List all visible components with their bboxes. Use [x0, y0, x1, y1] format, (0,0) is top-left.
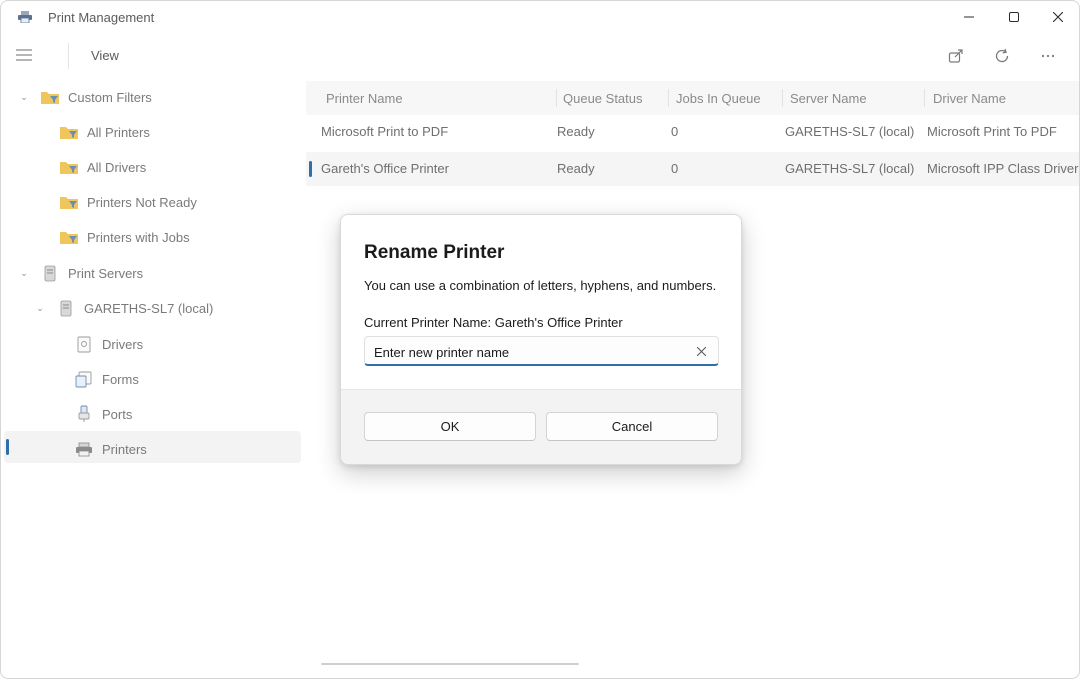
driver-icon: [74, 335, 94, 353]
nav-item-label: Print Servers: [68, 265, 144, 281]
hamburger-icon[interactable]: [15, 46, 33, 64]
column-divider[interactable]: [924, 89, 925, 107]
cell-server-name: GARETHS-SL7 (local): [785, 124, 915, 139]
cell-server-name: GARETHS-SL7 (local): [785, 161, 915, 176]
refresh-icon: [995, 48, 1009, 63]
refresh-button[interactable]: [991, 45, 1013, 67]
column-header-queue-status[interactable]: Queue Status: [563, 91, 643, 106]
dialog-footer: OK Cancel: [341, 390, 741, 464]
nav-selection-highlight: [4, 431, 301, 463]
nav-item-custom-filters[interactable]: ⌄ Custom Filters: [18, 82, 152, 112]
nav-item-drivers[interactable]: Drivers: [74, 329, 143, 359]
maximize-button[interactable]: [991, 1, 1037, 33]
current-printer-name-value: Gareth's Office Printer: [494, 315, 623, 330]
rename-printer-dialog: Rename Printer You can use a combination…: [340, 214, 742, 465]
printer-icon: [74, 440, 94, 458]
nav-item-ports[interactable]: Ports: [74, 399, 132, 429]
nav-item-printers[interactable]: Printers: [74, 434, 147, 464]
forms-icon: [74, 370, 94, 388]
more-icon: [1041, 54, 1055, 58]
cell-printer-name: Gareth's Office Printer: [321, 161, 449, 176]
nav-item-label: Ports: [102, 406, 133, 422]
table-row[interactable]: Microsoft Print to PDF Ready 0 GARETHS-S…: [306, 115, 1079, 149]
current-printer-name-label: Current Printer Name:: [364, 315, 492, 330]
nav-selection-accent: [6, 439, 9, 455]
nav-item-label: Drivers: [102, 336, 144, 352]
nav-item-label: Custom Filters: [68, 89, 152, 105]
cell-jobs-in-queue: 0: [671, 124, 679, 139]
chevron-down-icon[interactable]: ⌄: [18, 92, 30, 103]
nav-item-printers-not-ready[interactable]: Printers Not Ready: [59, 187, 197, 217]
toolbar: View: [1, 37, 1079, 75]
nav-item-gareths-sl7[interactable]: ⌄ GARETHS-SL7 (local): [34, 293, 213, 323]
minimize-icon: [964, 16, 974, 18]
clear-input-button[interactable]: [693, 342, 709, 360]
nav-item-label: All Printers: [87, 124, 150, 140]
new-printer-name-field[interactable]: [364, 336, 719, 366]
minimize-button[interactable]: [946, 1, 992, 33]
column-divider[interactable]: [782, 89, 783, 107]
nav-item-label: Printers: [102, 441, 147, 457]
close-icon: [696, 346, 706, 356]
close-button[interactable]: [1035, 1, 1079, 33]
cell-queue-status: Ready: [557, 124, 595, 139]
toolbar-divider: [68, 43, 69, 69]
column-header-jobs-in-queue[interactable]: Jobs In Queue: [676, 91, 761, 106]
export-button[interactable]: [945, 45, 967, 67]
cancel-button[interactable]: Cancel: [546, 412, 718, 441]
navigation-tree: ⌄ Custom Filters All Printers All Driver…: [1, 79, 301, 479]
title-bar: Print Management: [1, 1, 1079, 35]
nav-item-print-servers[interactable]: ⌄ Print Servers: [18, 258, 143, 288]
filter-folder-icon: [59, 193, 79, 211]
filter-folder-icon: [59, 158, 79, 176]
new-printer-name-input[interactable]: [374, 342, 684, 362]
column-divider[interactable]: [556, 89, 557, 107]
cell-queue-status: Ready: [557, 161, 595, 176]
cell-driver-name: Microsoft IPP Class Driver: [927, 161, 1079, 176]
chevron-down-icon[interactable]: ⌄: [34, 303, 46, 314]
column-header-server-name[interactable]: Server Name: [790, 91, 867, 106]
column-divider[interactable]: [668, 89, 669, 107]
column-header-printer-name[interactable]: Printer Name: [326, 91, 403, 106]
server-icon: [40, 264, 60, 282]
chevron-down-icon[interactable]: ⌄: [18, 268, 30, 279]
dialog-body: Rename Printer You can use a combination…: [341, 215, 741, 389]
printer-app-icon: [18, 11, 32, 23]
filter-folder-icon: [59, 123, 79, 141]
current-printer-name: Current Printer Name: Gareth's Office Pr…: [364, 315, 623, 330]
cell-jobs-in-queue: 0: [671, 161, 679, 176]
cell-printer-name: Microsoft Print to PDF: [321, 124, 449, 139]
nav-item-all-drivers[interactable]: All Drivers: [59, 152, 146, 182]
export-icon: [948, 49, 963, 63]
view-menu[interactable]: View: [91, 48, 119, 63]
more-options-button[interactable]: [1037, 45, 1059, 67]
nav-item-forms[interactable]: Forms: [74, 364, 139, 394]
print-management-window: Print Management View ⌄ Custom Filters A…: [0, 0, 1080, 679]
dialog-description: You can use a combination of letters, hy…: [364, 278, 717, 293]
port-icon: [74, 405, 94, 423]
filter-folder-icon: [40, 88, 60, 106]
maximize-icon: [1009, 12, 1019, 22]
filter-folder-icon: [59, 228, 79, 246]
nav-item-label: Printers Not Ready: [87, 194, 197, 210]
window-title: Print Management: [48, 10, 155, 25]
server-icon: [56, 299, 76, 317]
nav-item-label: Forms: [102, 371, 139, 387]
column-header-driver-name[interactable]: Driver Name: [933, 91, 1006, 106]
cell-driver-name: Microsoft Print To PDF: [927, 124, 1057, 139]
nav-item-printers-with-jobs[interactable]: Printers with Jobs: [59, 222, 190, 252]
close-icon: [1053, 12, 1063, 22]
nav-item-label: Printers with Jobs: [87, 229, 190, 245]
horizontal-scrollbar[interactable]: [321, 663, 579, 665]
row-selection-accent: [309, 161, 312, 177]
nav-item-all-printers[interactable]: All Printers: [59, 117, 150, 147]
table-header: Printer Name Queue Status Jobs In Queue …: [306, 81, 1079, 115]
nav-item-label: GARETHS-SL7 (local): [84, 300, 214, 316]
nav-item-label: All Drivers: [87, 159, 147, 175]
table-row-selected[interactable]: Gareth's Office Printer Ready 0 GARETHS-…: [306, 152, 1079, 186]
dialog-title: Rename Printer: [364, 242, 505, 263]
ok-button[interactable]: OK: [364, 412, 536, 441]
